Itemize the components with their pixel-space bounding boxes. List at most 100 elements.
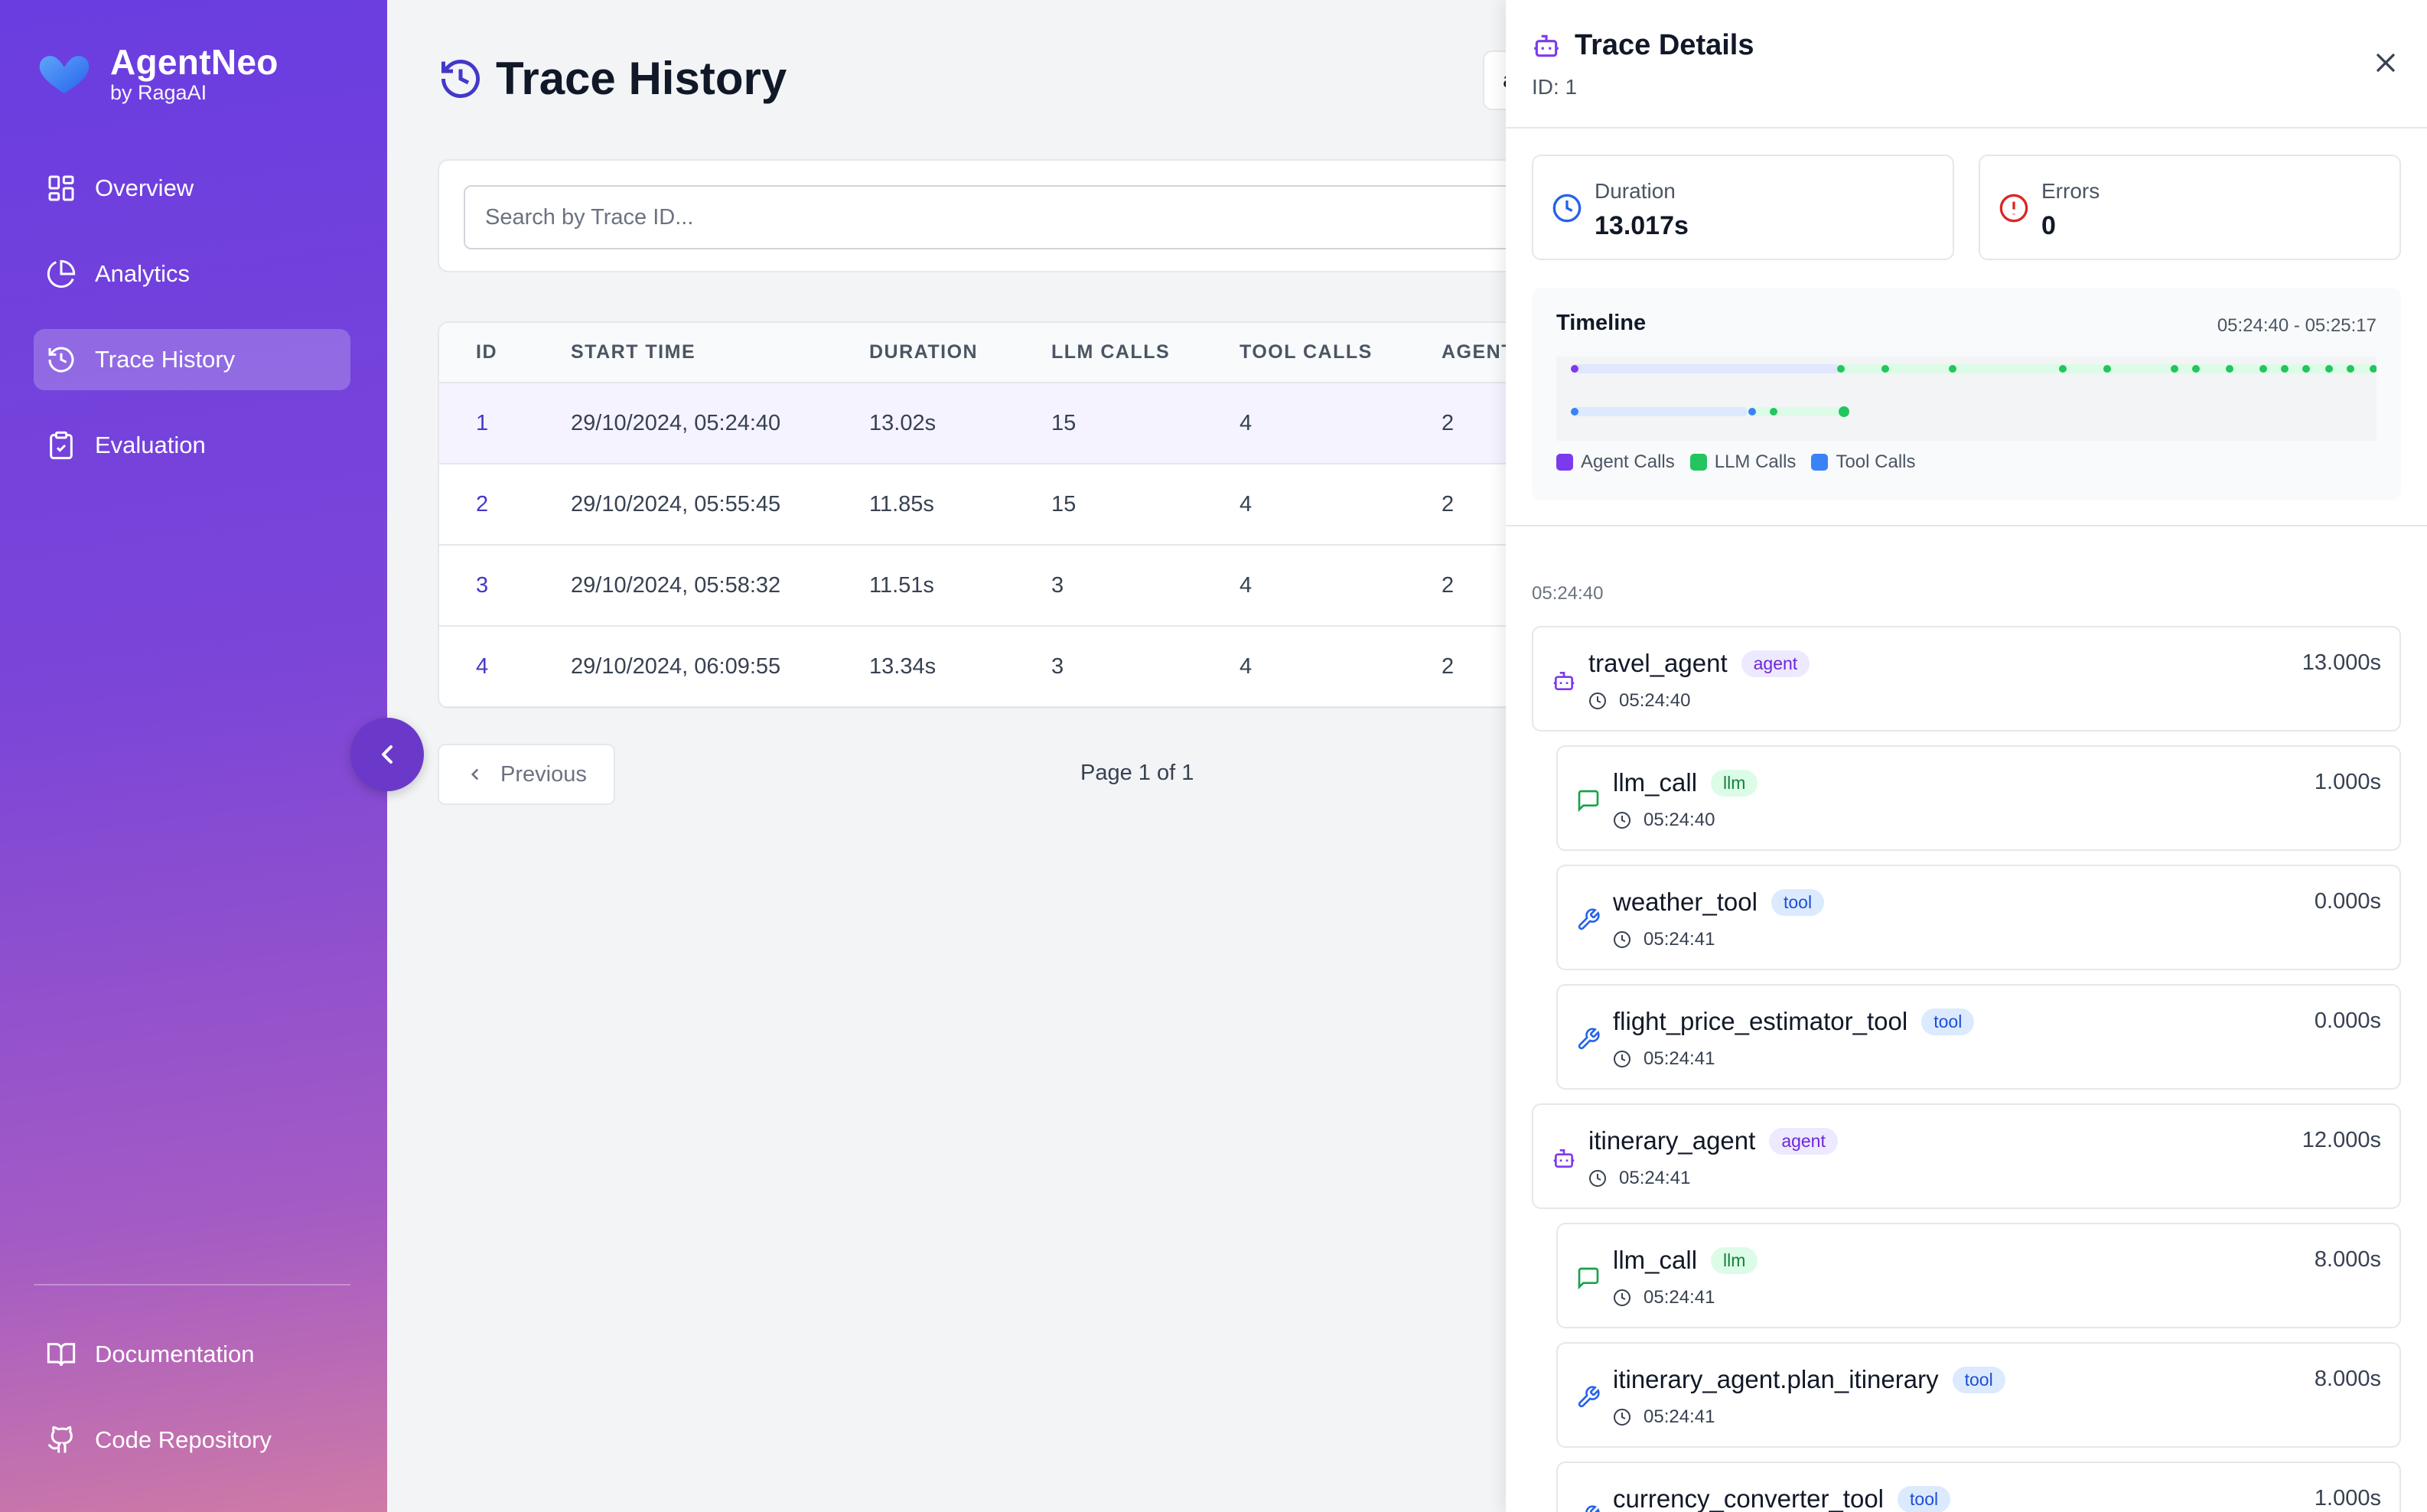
call-time: 05:24:41 [1613,1048,1715,1070]
sidebar-item-documentation[interactable]: Documentation [34,1324,350,1385]
cell-id[interactable]: 4 [439,626,571,707]
call-time-text: 05:24:41 [1644,1287,1715,1308]
call-card-tool[interactable]: flight_price_estimator_tool tool 05:24:41… [1556,984,2401,1090]
page-header: Trace History [438,52,787,105]
call-type-badge: tool [1952,1366,2005,1393]
column-header-llm-calls[interactable]: LLM CALLS [1051,323,1240,383]
cell-start-time: 29/10/2024, 05:55:45 [571,464,869,546]
close-icon[interactable] [2370,47,2401,78]
history-icon [441,59,480,98]
call-time: 05:24:41 [1613,1287,1715,1308]
legend-swatch [1811,454,1829,471]
call-name-text: llm_call [1613,1246,1698,1274]
call-duration: 8.000s [2314,1367,2381,1391]
previous-label: Previous [500,761,587,787]
call-duration: 0.000s [2314,889,2381,914]
alert-circle-icon [1999,194,2028,223]
legend-swatch [1689,454,1707,471]
timeline-card: Timeline 05:24:40 - 05:25:17 Agent Calls… [1532,288,2401,500]
timeline-llm-point [1839,406,1849,417]
collapse-sidebar-button[interactable] [350,718,424,791]
sidebar-nav: Overview Analytics Trace History Evaluat… [34,158,350,500]
timeline-llm-point [1770,408,1777,415]
call-time-text: 05:24:41 [1619,1168,1691,1188]
call-type-badge: tool [1898,1485,1951,1512]
call-duration: 12.000s [2302,1128,2381,1152]
sidebar-item-trace-history[interactable]: Trace History [34,329,350,390]
message-icon [1578,790,1599,813]
sidebar-item-label: Analytics [95,260,191,287]
call-card-llm[interactable]: llm_call llm 05:24:40 1.000s [1556,745,2401,851]
call-card-tool[interactable]: itinerary_agent.plan_itinerary tool 05:24… [1556,1342,2401,1448]
timeline-tool-point [1571,408,1578,415]
call-time: 05:24:40 [1613,810,1715,831]
call-time-text: 05:24:40 [1619,690,1691,711]
search-card [438,159,1535,272]
message-icon [1578,1267,1599,1290]
clock-icon [1589,1170,1606,1187]
timeline-title: Timeline [1556,311,1647,335]
table-row[interactable]: 2 29/10/2024, 05:55:45 11.85s 15 4 2 [439,464,1523,546]
previous-page-button[interactable]: Previous [438,744,615,805]
history-icon [48,347,74,373]
sidebar: AgentNeo by RagaAI Overview Analytics Tr… [0,0,387,1512]
sidebar-item-label: Code Repository [95,1426,272,1453]
timeline-chart [1556,357,2377,441]
legend-swatch [1556,454,1573,471]
sidebar-bottom-nav: Documentation Code Repository [34,1324,350,1495]
sidebar-item-evaluation[interactable]: Evaluation [34,415,350,476]
table-header-row: ID START TIME DURATION LLM CALLS TOOL CA… [439,323,1523,383]
table-row[interactable]: 3 29/10/2024, 05:58:32 11.51s 3 4 2 [439,545,1523,627]
column-header-id[interactable]: ID [439,323,571,383]
call-time: 05:24:40 [1588,690,1690,712]
panel-header: Trace Details ID: 1 [1506,0,2427,129]
legend-llm-calls: LLM Calls [1689,451,1796,473]
cell-tool-calls: 4 [1240,626,1442,707]
duration-label: Duration [1595,179,1676,203]
section-timestamp: 05:24:40 [1532,583,1604,604]
call-name: llm_call llm [1613,1246,1758,1275]
bot-icon [1553,672,1575,690]
sidebar-item-overview[interactable]: Overview [34,158,350,219]
cell-tool-calls: 4 [1240,545,1442,627]
brand[interactable]: AgentNeo by RagaAI [37,43,279,104]
clipboard-icon [50,431,73,460]
sidebar-item-code-repository[interactable]: Code Repository [34,1409,350,1471]
clock-icon [1614,1289,1630,1306]
call-time-text: 05:24:41 [1644,1406,1715,1427]
timeline-range: 05:24:40 - 05:25:17 [2217,315,2377,336]
cell-duration: 11.51s [869,545,1051,627]
column-header-tool-calls[interactable]: TOOL CALLS [1240,323,1442,383]
table-row[interactable]: 4 29/10/2024, 06:09:55 13.34s 3 4 2 [439,626,1523,707]
search-input[interactable] [464,185,1535,249]
column-header-start-time[interactable]: START TIME [571,323,869,383]
page-title: Trace History [496,53,787,104]
table-row[interactable]: 1 29/10/2024, 05:24:40 13.02s 15 4 2 [439,383,1523,464]
call-card-agent[interactable]: itinerary_agent agent 05:24:41 12.000s [1532,1103,2401,1209]
timeline-tool-point [1748,408,1756,415]
call-card-llm[interactable]: llm_call llm 05:24:41 8.000s [1556,1223,2401,1328]
call-card-agent[interactable]: travel_agent agent 05:24:40 13.000s [1532,626,2401,732]
clock-icon [1614,931,1630,948]
wrench-icon [1585,1505,1600,1512]
call-card-tool[interactable]: weather_tool tool 05:24:41 0.000s [1556,865,2401,970]
cell-id[interactable]: 1 [439,383,571,464]
errors-card: Errors 0 [1979,155,2401,260]
column-header-duration[interactable]: DURATION [869,323,1051,383]
call-card-tool[interactable]: currency_converter_tool tool 1.000s [1556,1461,2401,1512]
sidebar-item-label: Overview [95,174,194,201]
chevron-left-icon [471,768,479,780]
sidebar-item-analytics[interactable]: Analytics [34,243,350,305]
call-type-badge: agent [1769,1127,1838,1155]
cell-id[interactable]: 2 [439,464,571,546]
call-type-badge: llm [1711,769,1758,797]
wrench-icon [1578,1028,1600,1050]
panel-title-text: Trace Details [1575,29,1754,61]
call-name: weather_tool tool [1613,888,1825,917]
legend-label: Tool Calls [1836,451,1916,472]
call-time: 05:24:41 [1588,1168,1690,1189]
page-indicator: Page 1 of 1 [1080,761,1194,785]
brand-name: AgentNeo [110,42,279,82]
panel-title: Trace Details [1532,29,1754,62]
cell-id[interactable]: 3 [439,545,571,627]
